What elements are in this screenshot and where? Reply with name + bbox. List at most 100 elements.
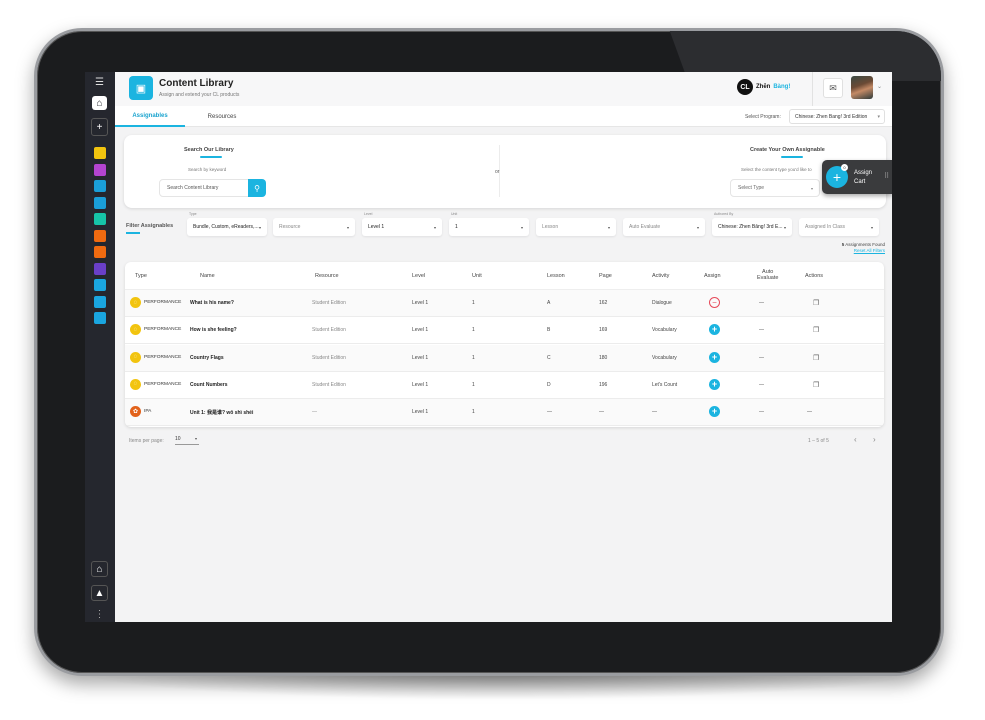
filter-select[interactable]: Auto Evaluate ▾ xyxy=(623,218,705,236)
table-row[interactable]: ◌ PERFORMANCE Country Flags Student Edition… xyxy=(125,344,884,372)
col-page[interactable]: Page xyxy=(599,273,612,279)
app-swatch-icon[interactable] xyxy=(94,312,106,324)
more-vertical-icon[interactable]: ⋮ xyxy=(91,606,108,622)
app-swatch-icon[interactable] xyxy=(94,295,106,308)
filter-select[interactable]: Type Bundle, Custom, eReaders,... ▾ xyxy=(187,212,267,236)
home-icon[interactable]: ⌂ xyxy=(92,96,107,110)
assign-remove-icon[interactable]: − xyxy=(709,297,720,308)
chat-bubble-icon: ◌ xyxy=(130,351,141,363)
app-swatch-icon[interactable] xyxy=(94,279,106,291)
col-name[interactable]: Name xyxy=(200,273,215,279)
chevron-down-icon: ▾ xyxy=(877,113,880,120)
app-swatch-icon[interactable] xyxy=(94,147,106,159)
filter-value: Chinese: Zhen Bāng! 3rd E... xyxy=(718,224,783,230)
row-auto-evaluate: — xyxy=(759,409,764,416)
row-unit: 1 xyxy=(472,409,475,416)
tab-assignables[interactable]: Assignables xyxy=(115,106,185,127)
copy-icon[interactable]: ❐ xyxy=(813,326,819,334)
prev-page-button[interactable]: ‹ xyxy=(854,435,857,444)
col-auto-evaluate[interactable]: Auto Evaluate xyxy=(757,269,778,281)
brand-logo: CL Zhēn Bàng! xyxy=(737,79,790,95)
row-name[interactable]: How is she feeling? xyxy=(190,327,237,333)
table-row[interactable]: ✿ IPA Unit 1: 我是谁? wǒ shì shéi — Level 1 1 — — —… xyxy=(125,399,884,427)
program-select[interactable]: Chinese: Zhen Bang! 3rd Edition ▾ xyxy=(789,109,885,124)
col-lesson[interactable]: Lesson xyxy=(547,273,565,279)
table-row[interactable]: ◌ PERFORMANCE How is she feeling? Student E… xyxy=(125,317,884,345)
row-action: — xyxy=(807,409,812,416)
content-type-select[interactable]: Select Type ▾ xyxy=(730,179,820,197)
row-type: PERFORMANCE xyxy=(144,300,182,305)
table-header: Type Name Resource Level Unit Lesson Pag… xyxy=(125,262,884,290)
filter-caption: Unit xyxy=(451,212,458,216)
assign-add-icon[interactable]: + xyxy=(709,324,720,336)
backpack-icon[interactable]: ⌂ xyxy=(91,561,108,577)
assign-add-icon[interactable]: + xyxy=(709,351,720,363)
row-name[interactable]: Count Numbers xyxy=(190,382,228,388)
main-area: ▣ Content Library Assign and extend your… xyxy=(115,72,892,622)
found-count: 5 xyxy=(841,242,845,247)
assignables-table: Type Name Resource Level Unit Lesson Pag… xyxy=(125,262,884,427)
col-auto-evaluate-line2: Evaluate xyxy=(757,275,779,281)
device-mockup: ☰ ⌂ + ⌂ ▲ ⋮ ▣ Content Library Assign and… xyxy=(0,0,985,720)
app-swatch-icon[interactable] xyxy=(94,180,106,192)
filter-underline xyxy=(126,232,140,234)
assign-add-icon[interactable]: + xyxy=(709,406,720,418)
copy-icon[interactable]: ❐ xyxy=(813,354,819,362)
col-activity[interactable]: Activity xyxy=(652,273,669,279)
row-name[interactable]: Country Flags xyxy=(190,355,224,361)
menu-collapse-icon[interactable]: ☰ xyxy=(91,74,108,90)
app-swatch-icon[interactable] xyxy=(94,196,106,209)
row-activity: Vocabulary xyxy=(652,354,677,361)
filter-select[interactable]: Authored By Chinese: Zhen Bāng! 3rd E... ▾ xyxy=(712,212,792,236)
tab-bar: Assignables Resources Select Program: Ch… xyxy=(115,106,892,127)
mail-icon[interactable]: ✉ xyxy=(823,78,843,98)
filter-select[interactable]: Unit 1 ▾ xyxy=(449,212,529,236)
table-row[interactable]: ◌ PERFORMANCE What is his name? Student Edi… xyxy=(125,290,884,317)
assign-add-icon[interactable]: + xyxy=(709,378,720,390)
tab-resources[interactable]: Resources xyxy=(189,106,255,127)
app-swatch-icon[interactable] xyxy=(94,262,106,275)
user-avatar[interactable] xyxy=(851,76,873,99)
row-name[interactable]: What is his name? xyxy=(190,300,234,306)
search-input[interactable]: Search Content Library xyxy=(159,179,249,197)
filter-value: Assigned In Class xyxy=(805,224,846,230)
chevron-down-icon: ▾ xyxy=(810,185,813,191)
search-create-card: Search Our Library Search by keyword Sea… xyxy=(124,135,886,208)
row-activity: Let's Count xyxy=(652,381,678,388)
header-divider xyxy=(812,72,813,106)
col-unit[interactable]: Unit xyxy=(472,273,482,279)
assign-cart-label-2: Cart xyxy=(854,179,866,185)
app-swatch-icon[interactable] xyxy=(94,163,106,176)
assign-cart-button[interactable]: + 0 Assign Cart ⠿ xyxy=(822,160,892,194)
copy-icon[interactable]: ❐ xyxy=(813,381,819,389)
items-per-page-label: Items per page: xyxy=(129,438,164,444)
app-swatch-icon[interactable] xyxy=(94,213,106,225)
table-row[interactable]: ◌ PERFORMANCE Count Numbers Student Edition… xyxy=(125,372,884,399)
filter-select[interactable]: Assigned In Class ▾ xyxy=(799,218,879,236)
col-resource[interactable]: Resource xyxy=(315,273,339,279)
plus-icon[interactable]: + xyxy=(91,118,108,136)
app-swatch-icon[interactable] xyxy=(94,229,106,242)
col-type[interactable]: Type xyxy=(135,273,147,279)
filter-caption: Type xyxy=(189,212,197,216)
row-resource: Student Edition xyxy=(312,354,346,361)
brand-name-2: Bàng! xyxy=(773,84,791,90)
chevron-down-icon[interactable]: ⌄ xyxy=(877,83,882,90)
copy-icon[interactable]: ❐ xyxy=(813,299,819,307)
app-swatch-icon[interactable] xyxy=(94,246,106,258)
col-level[interactable]: Level xyxy=(412,273,425,279)
drag-handle-icon[interactable]: ⠿ xyxy=(884,172,889,180)
filter-select[interactable]: Lesson ▾ xyxy=(536,218,616,236)
row-name[interactable]: Unit 1: 我是谁? wǒ shì shéi xyxy=(190,409,253,416)
filter-select[interactable]: Level Level 1 ▾ xyxy=(362,212,442,236)
filter-select[interactable]: Resource ▾ xyxy=(273,218,355,236)
search-button[interactable]: ⚲ xyxy=(248,179,266,197)
upload-icon[interactable]: ▲ xyxy=(91,585,108,601)
filter-value: Lesson xyxy=(542,224,559,230)
col-assign[interactable]: Assign xyxy=(704,273,721,279)
reset-filters-link[interactable]: Reset All Filters xyxy=(854,248,885,253)
pagination-range: 1 – 5 of 5 xyxy=(808,438,829,444)
next-page-button[interactable]: › xyxy=(873,435,876,444)
items-per-page-select[interactable]: 10 ▾ xyxy=(175,436,199,445)
chevron-down-icon: ▾ xyxy=(258,224,261,230)
